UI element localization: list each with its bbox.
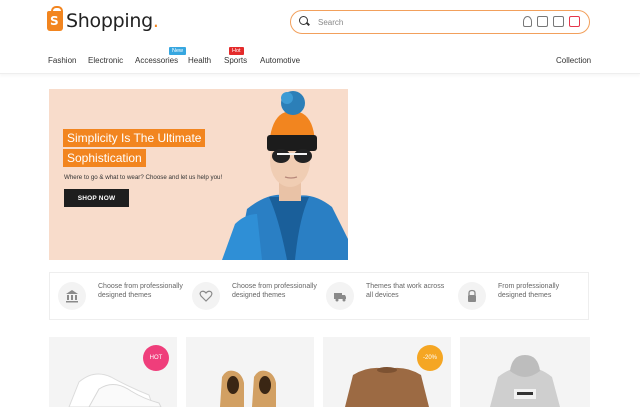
hero-title-line: Simplicity Is The Ultimate [63,129,206,147]
logo-dot: . [152,10,159,32]
shop-now-button[interactable]: SHOP NOW [64,189,129,207]
shopping-bag-icon: S [47,6,63,31]
nav-item-label: Accessories [135,56,179,65]
feature-item: Choose from professionally designed them… [192,282,317,310]
product-tag: -20% [417,345,443,371]
lock-icon [458,282,486,310]
hero-title: Simplicity Is The Ultimate Sophisticatio… [63,129,206,169]
header-icons [523,16,580,27]
nav-item-fashion[interactable]: Fashion [48,56,76,65]
hero-banner[interactable]: Simplicity Is The Ultimate Sophisticatio… [49,89,348,260]
hero-title-line: Sophistication [63,149,146,167]
feature-text: Themes that work across all devices [366,283,445,299]
nav-item-electronic[interactable]: Electronic [88,56,123,65]
product-card-hoodie[interactable] [460,337,590,407]
logo-text: Shopping [66,10,153,32]
search-bar [290,10,590,34]
hot-badge: Hot [229,47,244,55]
truck-icon [326,282,354,310]
feature-text: From professionally designed themes [498,283,560,299]
feature-item: Choose from professionally designed them… [58,282,183,310]
new-badge: New [169,47,187,55]
feature-text: Choose from professionally designed them… [98,283,183,299]
site-header: S Shopping. [0,0,640,46]
heart-icon [192,282,220,310]
nav-item-collection[interactable]: Collection [556,56,591,65]
product-card-sweater[interactable]: -20% [323,337,451,407]
wishlist-icon[interactable] [553,16,564,27]
cart-icon[interactable] [569,16,580,27]
search-input[interactable] [318,17,518,27]
nav-item-health[interactable]: Health [188,56,211,65]
bank-icon [58,282,86,310]
feature-item: Themes that work across all devices [326,282,451,310]
product-tag: HOT [143,345,169,371]
hero-subtitle: Where to go & what to wear? Choose and l… [64,174,223,181]
product-image [220,370,276,407]
site-logo[interactable]: S Shopping. [47,6,159,32]
feature-text: Choose from professionally designed them… [232,283,317,299]
product-image [490,355,560,407]
product-card-sneakers[interactable]: HOT [49,337,177,407]
product-card-boots[interactable] [186,337,314,407]
nav-item-accessories[interactable]: Accessories New [135,47,187,65]
compare-icon[interactable] [537,16,548,27]
nav-item-automotive[interactable]: Automotive [260,56,300,65]
main-nav: Fashion Electronic Accessories New Healt… [0,46,640,74]
user-icon[interactable] [523,16,532,27]
feature-item: From professionally designed themes [458,282,583,310]
search-icon[interactable] [296,13,314,31]
nav-item-label: Sports [224,56,248,65]
features-strip: Choose from professionally designed them… [49,272,589,320]
hero-model-image [222,91,348,260]
nav-item-sports[interactable]: Sports Hot [224,47,248,65]
